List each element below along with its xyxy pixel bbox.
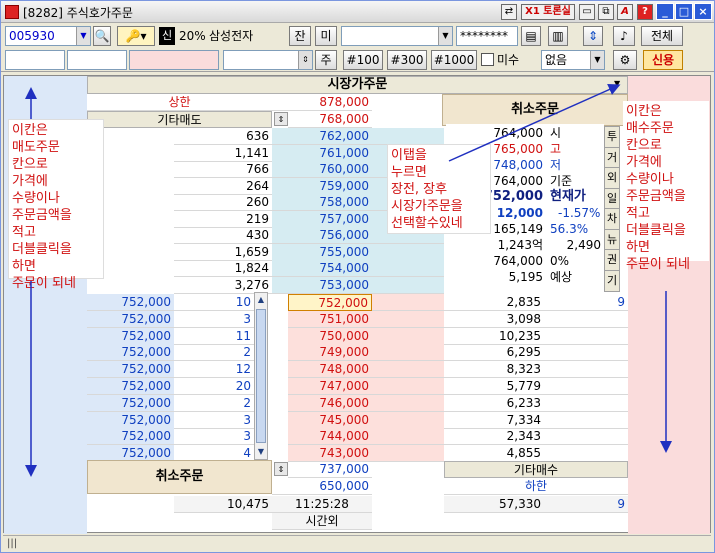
status-bar: |||	[3, 535, 711, 551]
annotation-arrows	[25, 83, 672, 477]
arrow-to-tab	[448, 83, 621, 162]
order-window: [8282] 주식호가주문 ⇄ X1 토론실 ▭ ⧉ A ? _ □ × 005…	[0, 0, 715, 553]
